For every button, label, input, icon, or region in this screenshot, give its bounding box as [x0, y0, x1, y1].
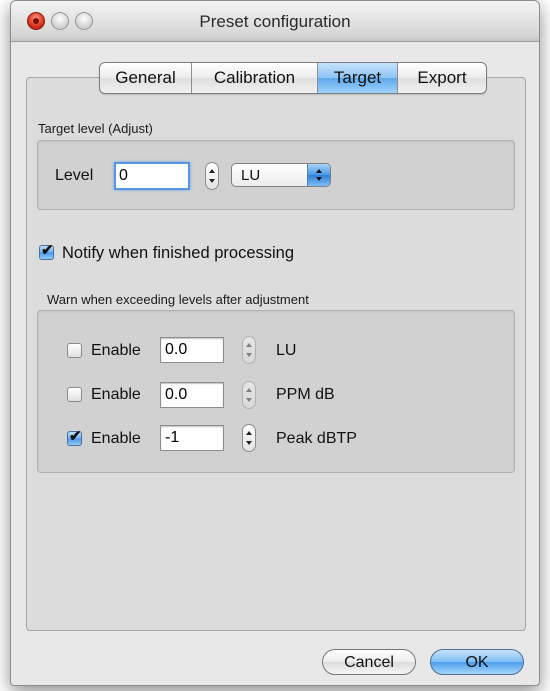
tab-export[interactable]: Export: [398, 63, 486, 93]
warn-peak-unit: Peak dBTP: [276, 430, 357, 447]
warn-ppm-checkbox[interactable]: [67, 387, 82, 402]
warn-lu-unit: LU: [276, 342, 297, 359]
warn-ppm-enable-label: Enable: [91, 386, 141, 403]
tab-general[interactable]: General: [100, 63, 192, 93]
window-title: Preset configuration: [199, 12, 351, 31]
warn-lu-stepper[interactable]: [242, 336, 256, 364]
warn-ppm-unit: PPM dB: [276, 386, 335, 403]
level-stepper[interactable]: [205, 162, 219, 190]
target-level-group-label: Target level (Adjust): [38, 121, 153, 136]
notify-checkbox[interactable]: ✔: [39, 242, 54, 260]
checkmark-icon: ✔: [41, 242, 54, 259]
unit-popup[interactable]: LU: [231, 163, 331, 187]
warn-lu-checkbox[interactable]: [67, 343, 82, 358]
stepper-up-icon[interactable]: [209, 169, 215, 173]
tab-calibration[interactable]: Calibration: [192, 63, 318, 93]
warn-peak-enable-label: Enable: [91, 430, 141, 447]
stepper-down-icon[interactable]: [209, 179, 215, 183]
warn-group-label: Warn when exceeding levels after adjustm…: [47, 292, 309, 307]
warn-lu-enable-label: Enable: [91, 342, 141, 359]
level-input[interactable]: [114, 162, 190, 190]
warn-peak-input[interactable]: [160, 425, 224, 451]
popup-arrows-icon: [307, 164, 330, 186]
warn-peak-checkbox[interactable]: ✔: [67, 428, 82, 446]
warn-peak-stepper[interactable]: [242, 424, 256, 452]
ok-button[interactable]: OK: [430, 649, 524, 675]
unit-popup-value: LU: [241, 167, 261, 184]
tab-target[interactable]: Target: [318, 63, 398, 93]
notify-label: Notify when finished processing: [62, 244, 295, 262]
warn-ppm-stepper[interactable]: [242, 381, 256, 409]
cancel-button[interactable]: Cancel: [322, 649, 416, 675]
checkmark-icon: ✔: [69, 428, 82, 445]
tab-bar: General Calibration Target Export: [99, 62, 487, 94]
title-bar[interactable]: Preset configuration: [11, 1, 539, 42]
preset-configuration-window: Preset configuration General Calibration…: [10, 0, 540, 686]
level-label: Level: [55, 167, 94, 184]
warn-lu-input[interactable]: [160, 337, 224, 363]
warn-ppm-input[interactable]: [160, 382, 224, 408]
